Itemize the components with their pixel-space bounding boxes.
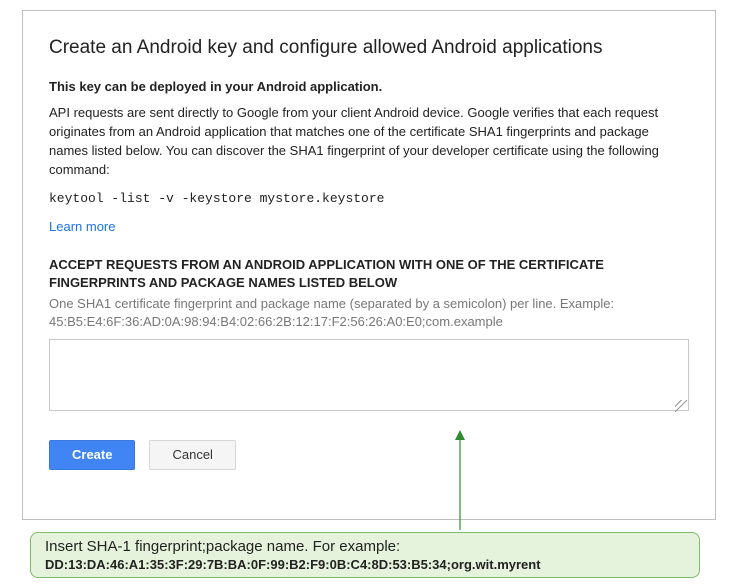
textarea-wrapper [49,339,689,416]
fingerprint-hint: One SHA1 certificate fingerprint and pac… [49,295,689,330]
accept-requests-heading: ACCEPT REQUESTS FROM AN ANDROID APPLICAT… [49,256,689,291]
annotation-callout: Insert SHA-1 fingerprint;package name. F… [30,532,700,578]
description-text: API requests are sent directly to Google… [49,104,689,179]
create-android-key-dialog: Create an Android key and configure allo… [22,10,716,520]
dialog-inner: Create an Android key and configure allo… [23,11,715,492]
annotation-line2: DD:13:DA:46:A1:35:3F:29:7B:BA:0F:99:B2:F… [45,557,685,573]
intro-bold: This key can be deployed in your Android… [49,79,689,94]
keytool-command: keytool -list -v -keystore mystore.keyst… [49,191,689,206]
learn-more-link[interactable]: Learn more [49,219,115,234]
fingerprints-textarea[interactable] [49,339,689,411]
create-button[interactable]: Create [49,440,135,470]
cancel-button[interactable]: Cancel [149,440,235,470]
annotation-line1: Insert SHA-1 fingerprint;package name. F… [45,538,685,557]
dialog-title: Create an Android key and configure allo… [49,37,689,59]
button-row: Create Cancel [49,440,689,470]
